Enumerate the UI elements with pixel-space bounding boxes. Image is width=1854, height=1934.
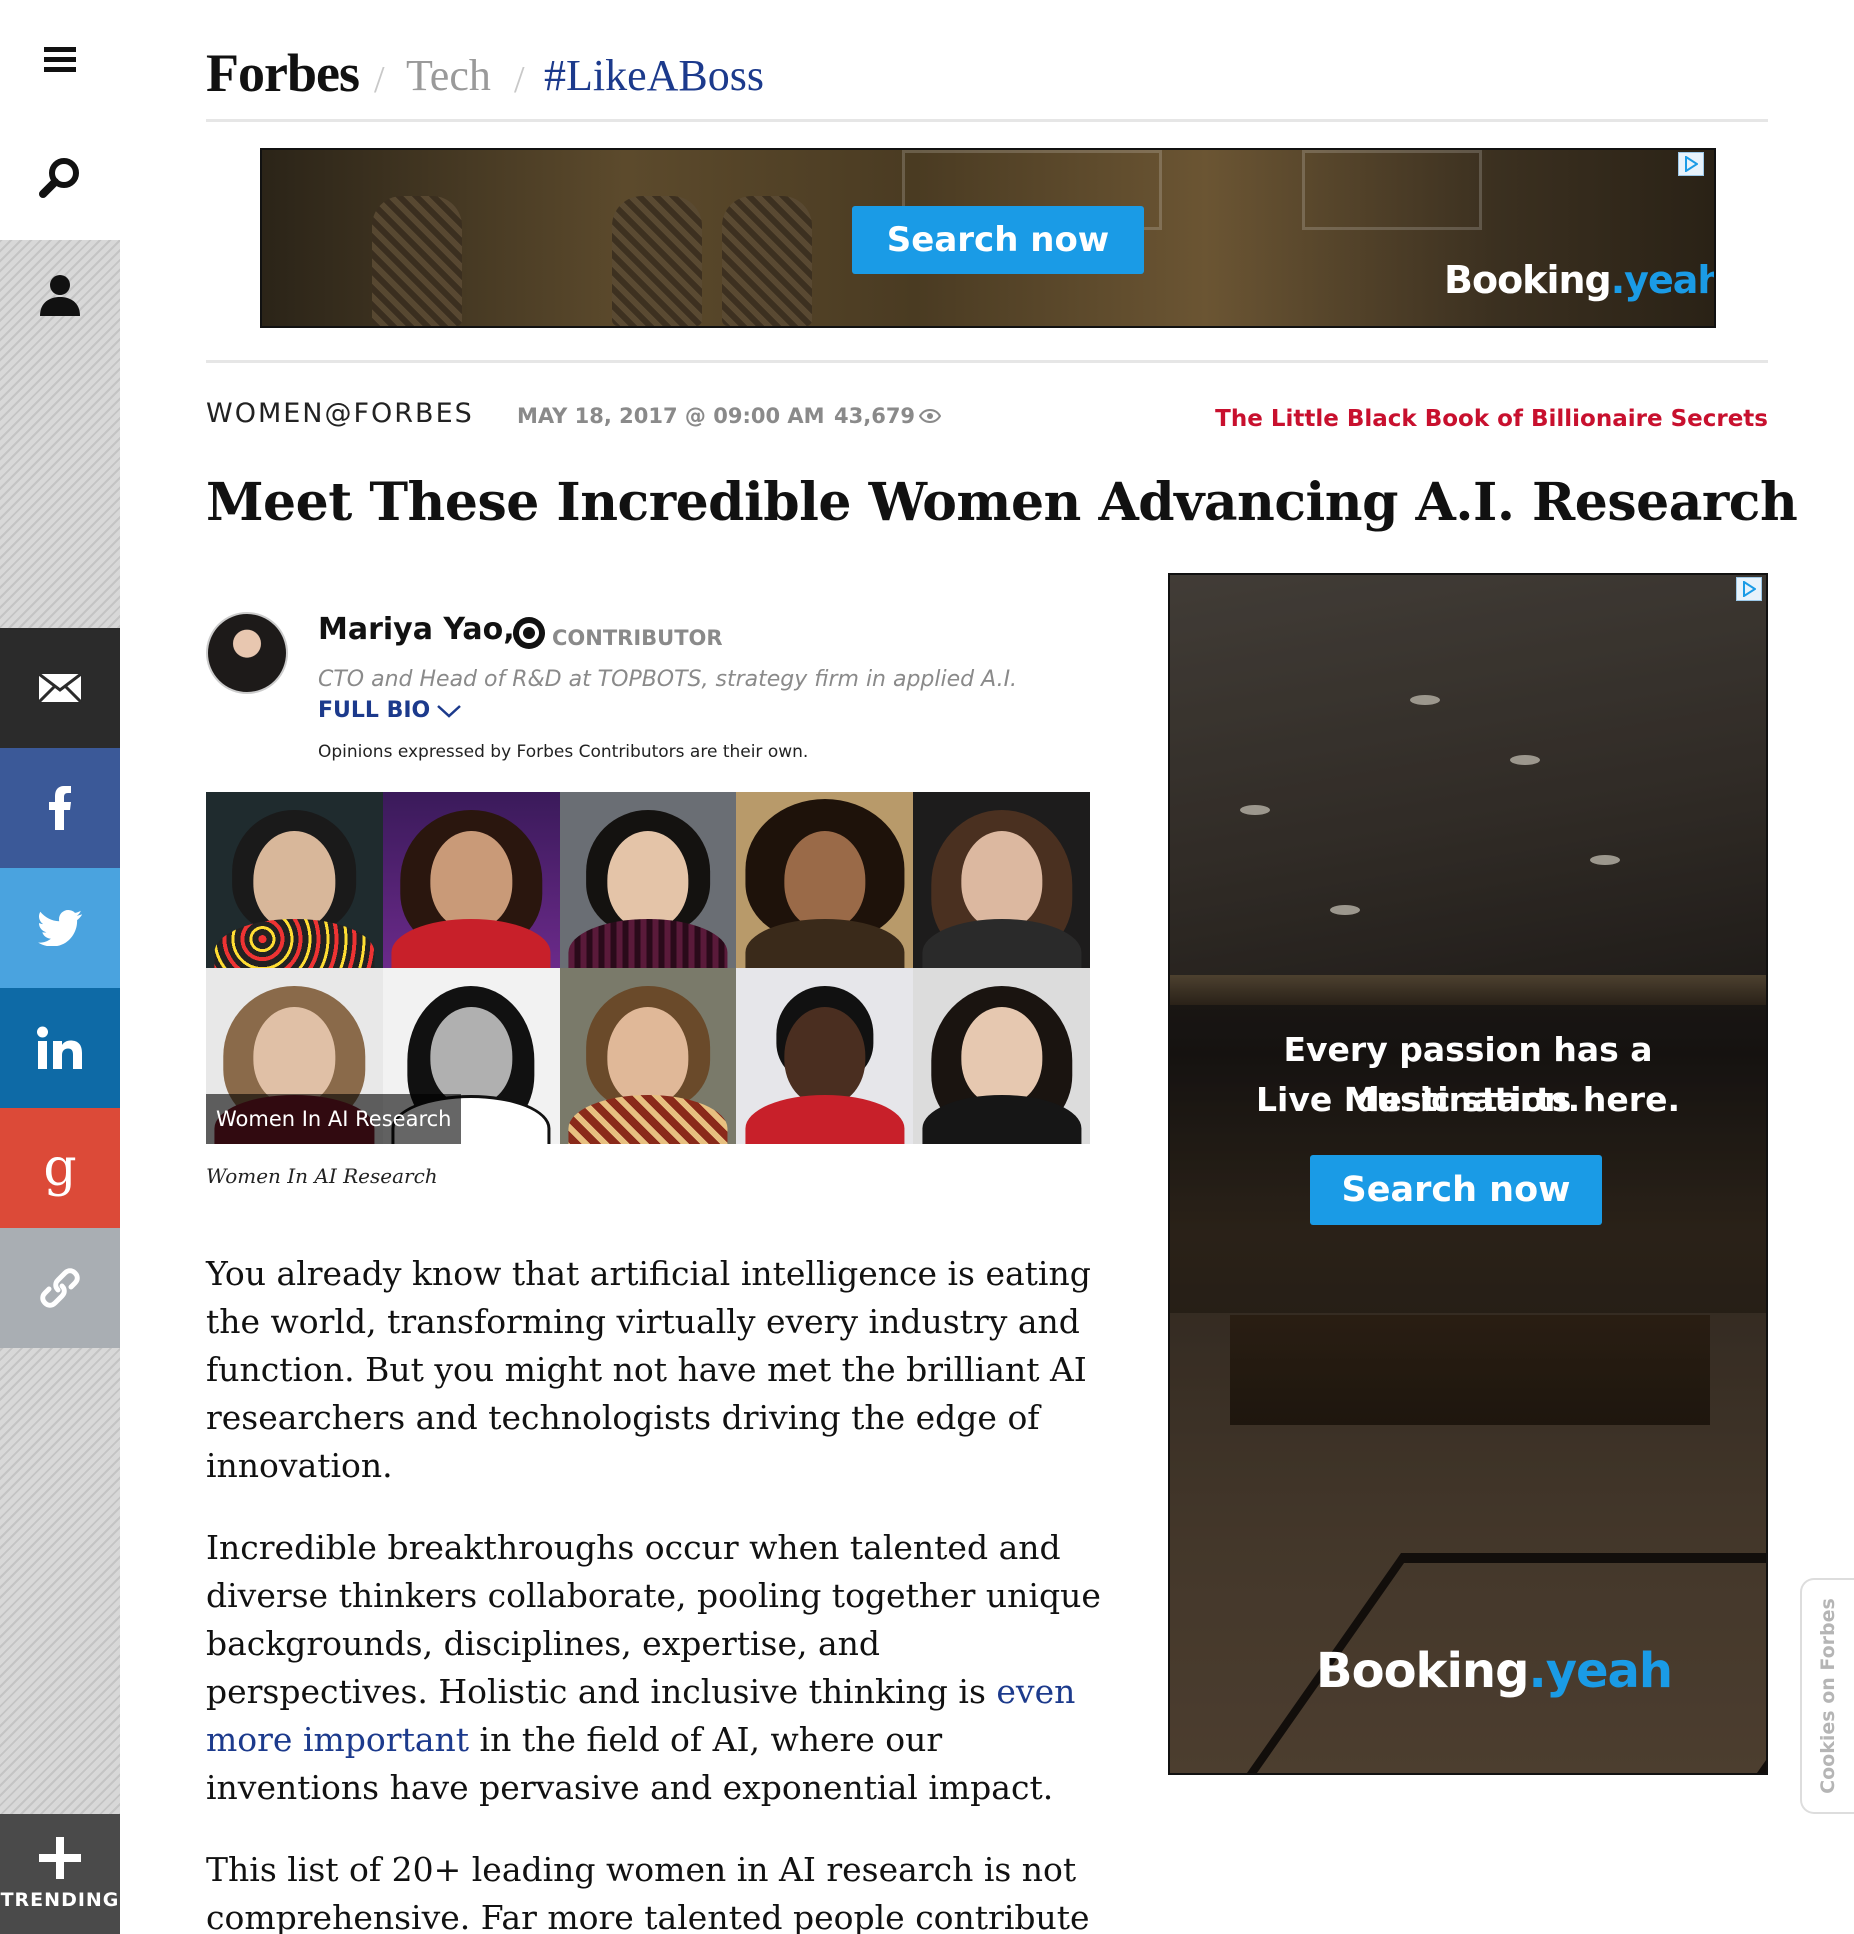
author-name[interactable]: Mariya Yao, — [318, 612, 515, 647]
twitter-share-button[interactable] — [0, 868, 120, 988]
linkedin-share-button[interactable] — [0, 988, 120, 1108]
user-icon — [40, 275, 80, 316]
adchoices-icon[interactable] — [1678, 152, 1704, 176]
profile-button[interactable] — [0, 240, 120, 348]
twitter-icon — [38, 910, 82, 946]
top-banner-ad[interactable]: Search now Booking.yeah — [260, 148, 1716, 328]
google-plus-icon: g — [43, 1138, 77, 1198]
contributor-badge-icon — [513, 617, 545, 649]
article-headline: Meet These Incredible Women Advancing A.… — [206, 472, 1798, 533]
trending-button[interactable]: TRENDING — [0, 1814, 120, 1934]
ad-search-now-button[interactable]: Search now — [1310, 1155, 1602, 1225]
facebook-icon — [49, 786, 71, 830]
facebook-share-button[interactable] — [0, 748, 120, 868]
ad-search-now-button[interactable]: Search now — [852, 206, 1144, 274]
cookies-tab-label: Cookies on Forbes — [1817, 1598, 1839, 1794]
left-sidebar: g TRENDING — [0, 0, 120, 1934]
full-bio-toggle[interactable]: FULL BIO — [318, 698, 462, 723]
breadcrumb-section[interactable]: Tech — [406, 50, 491, 101]
ad-tagline-2: Live Music starts here. — [1256, 1080, 1680, 1119]
ad-booking-logo: Booking.yeah — [1444, 258, 1716, 302]
search-icon — [39, 158, 79, 198]
chevron-down-icon — [437, 704, 462, 718]
portrait-tile — [559, 792, 737, 968]
trending-label: TRENDING — [0, 1889, 120, 1911]
header-divider — [206, 360, 1768, 363]
ad-window-decor — [1302, 150, 1482, 230]
ad-chair-decor — [372, 196, 462, 326]
breadcrumb-separator: / — [374, 59, 385, 101]
portrait-tile — [736, 968, 914, 1144]
site-header: Forbes / Tech / #LikeABoss — [206, 40, 1768, 122]
image-overlay-label: Women In AI Research — [206, 1094, 462, 1144]
portrait-tile — [206, 792, 383, 968]
forbes-logo[interactable]: Forbes — [206, 42, 360, 104]
portrait-tile — [382, 792, 560, 968]
author-avatar[interactable] — [206, 612, 288, 694]
full-bio-label: FULL BIO — [318, 698, 431, 723]
article-paragraph: You already know that artificial intelli… — [206, 1254, 1091, 1485]
ad-chair-decor — [722, 196, 812, 326]
menu-button[interactable] — [0, 0, 120, 118]
ad-booking-logo: Booking.yeah — [1316, 1643, 1673, 1699]
portrait-tile — [913, 792, 1090, 968]
article-hero-image[interactable] — [206, 792, 1090, 1144]
eye-icon — [919, 409, 942, 423]
cookies-tab[interactable]: Cookies on Forbes — [1800, 1578, 1854, 1814]
sidebar-ad[interactable]: Every passion has a destination. Live Mu… — [1168, 573, 1768, 1775]
author-title: CTO and Head of R&D at TOPBOTS, strategy… — [318, 667, 1018, 692]
copy-link-button[interactable] — [0, 1228, 120, 1348]
linkedin-icon — [37, 1026, 82, 1069]
breadcrumb-separator: / — [514, 59, 525, 101]
portrait-tile — [913, 968, 1090, 1144]
portrait-tile — [559, 968, 737, 1144]
publish-date: MAY 18, 2017 @ 09:00 AM — [517, 404, 825, 428]
search-button[interactable] — [0, 118, 120, 238]
promo-link[interactable]: The Little Black Book of Billionaire Sec… — [1215, 406, 1768, 432]
envelope-icon — [38, 673, 82, 703]
plus-icon — [39, 1837, 81, 1879]
ad-chair-decor — [612, 196, 702, 326]
breadcrumb-tag[interactable]: #LikeABoss — [544, 50, 764, 101]
contributor-disclaimer: Opinions expressed by Forbes Contributor… — [318, 742, 809, 762]
adchoices-icon[interactable] — [1736, 577, 1762, 601]
article-paragraph: This list of 20+ leading women in AI res… — [206, 1850, 1090, 1934]
hamburger-icon — [44, 47, 76, 72]
view-count: 43,679 — [834, 404, 942, 428]
google-plus-share-button[interactable]: g — [0, 1108, 120, 1228]
link-icon — [40, 1268, 80, 1308]
email-share-button[interactable] — [0, 628, 120, 748]
image-caption: Women In AI Research — [206, 1164, 438, 1188]
portrait-tile — [736, 792, 914, 968]
author-role: CONTRIBUTOR — [552, 626, 723, 650]
view-count-value: 43,679 — [834, 404, 916, 428]
channel-logo[interactable]: WOMEN@FORBES — [206, 398, 474, 429]
article-paragraph: Incredible breakthroughs occur when tale… — [206, 1528, 1101, 1807]
